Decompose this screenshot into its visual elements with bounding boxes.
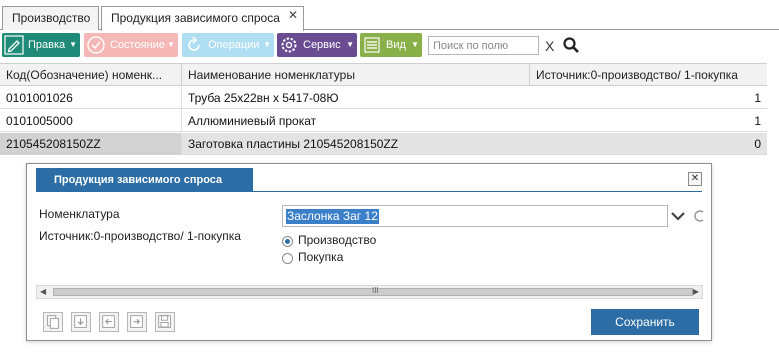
column-header-source[interactable]: Источник:0-производство/ 1-покупка [530,64,767,86]
cell-name: Аллюминиевый прокат [188,114,317,128]
search-input[interactable] [428,36,539,55]
chevron-down-icon: ▼ [167,40,175,49]
download-icon [74,315,87,328]
source-label: Источник:0-производство/ 1-покупка [39,229,241,243]
operations-menu-button[interactable]: Операции ▼ [182,33,274,57]
download-record-button[interactable] [71,312,91,332]
service-menu-label: Сервис [303,39,341,51]
tab-production-label: Производство [12,11,91,25]
check-circle-icon [87,36,105,54]
horizontal-scrollbar[interactable]: ◀ III ▶ [36,285,703,299]
chevron-down-icon[interactable] [669,208,687,224]
edit-dialog: Продукция зависимого спроса ✕ Номенклату… [26,163,712,341]
close-icon[interactable]: ✕ [688,172,702,186]
refresh-icon [188,36,200,51]
chevron-down-icon: ▼ [263,40,271,49]
edit-menu-button[interactable]: Правка ▼ [2,33,80,57]
save-record-icon-button[interactable] [155,312,175,332]
copy-record-button[interactable] [43,312,63,332]
table-row-selected[interactable]: 210545208150ZZ Заготовка пластины 210545… [0,133,767,155]
chevron-down-icon: ▼ [69,40,77,49]
arrow-left-icon [102,315,115,328]
tab-production[interactable]: Производство [2,6,99,30]
toolbar: Правка ▼ Состояние ▼ Операции ▼ Сервис ▼ [0,33,779,59]
view-menu-label: Вид [386,39,406,51]
copy-icon [47,315,59,329]
radio-production-label[interactable]: Производство [298,233,376,247]
cell-source: 1 [754,91,761,105]
dialog-title-underline [36,191,702,192]
tab-bar: Производство Продукция зависимого спроса… [0,0,779,31]
operations-menu-label: Операции [208,39,260,51]
next-record-button[interactable] [127,312,147,332]
arrow-right-icon [130,315,143,328]
state-menu-label: Состояние [110,39,165,51]
edit-menu-label: Правка [28,39,66,51]
clear-search-icon[interactable]: X [545,38,554,54]
table-row[interactable]: 0101005000 Аллюминиевый прокат 1 [0,110,767,132]
tab-dependent-demand-label: Продукция зависимого спроса [111,11,280,25]
view-menu-button[interactable]: Вид ▼ [360,33,422,57]
search-icon[interactable] [562,36,580,54]
service-menu-button[interactable]: Сервис ▼ [277,33,357,57]
nomenclature-combobox[interactable]: Заслонка Заг 12 [282,205,668,227]
cell-code: 0101005000 [0,110,182,132]
grid-header: Код(Обозначение) номенк... Наименование … [0,63,767,86]
previous-record-button[interactable] [99,312,119,332]
scrollbar-thumb[interactable]: III [53,286,693,296]
list-icon [364,37,380,53]
dialog-title: Продукция зависимого спроса [36,168,253,192]
nomenclature-label: Номенклатура [39,207,120,221]
scrollbar-grip: III [372,286,379,295]
cell-name: Труба 25х22вн х 5417-08Ю [188,91,339,105]
gear-icon [281,37,297,53]
pencil-icon [4,35,24,55]
state-menu-button[interactable]: Состояние ▼ [84,33,178,57]
cell-code: 0101001026 [0,87,182,109]
column-header-code[interactable]: Код(Обозначение) номенк... [0,64,182,86]
cell-code: 210545208150ZZ [0,133,182,155]
floppy-disk-icon [158,315,171,328]
radio-purchase-label[interactable]: Покупка [298,250,343,264]
scroll-left-icon[interactable]: ◀ [40,287,46,296]
chevron-down-icon: ▼ [411,40,419,49]
nomenclature-value: Заслонка Заг 12 [286,209,379,224]
table-row[interactable]: 0101001026 Труба 25х22вн х 5417-08Ю 1 [0,87,767,109]
radio-production[interactable] [282,236,293,247]
chevron-down-icon: ▼ [346,40,354,49]
cell-name: Заготовка пластины 210545208150ZZ [188,137,399,151]
tab-close-icon[interactable]: ✕ [288,8,298,22]
refresh-icon[interactable] [693,208,705,224]
column-header-name[interactable]: Наименование номенклатуры [182,64,530,86]
save-button[interactable]: Сохранить [591,309,699,335]
scroll-right-icon[interactable]: ▶ [693,287,699,296]
cell-source: 1 [754,114,761,128]
cell-source: 0 [754,137,761,151]
tab-dependent-demand[interactable]: Продукция зависимого спроса ✕ [101,6,304,31]
radio-purchase[interactable] [282,253,293,264]
